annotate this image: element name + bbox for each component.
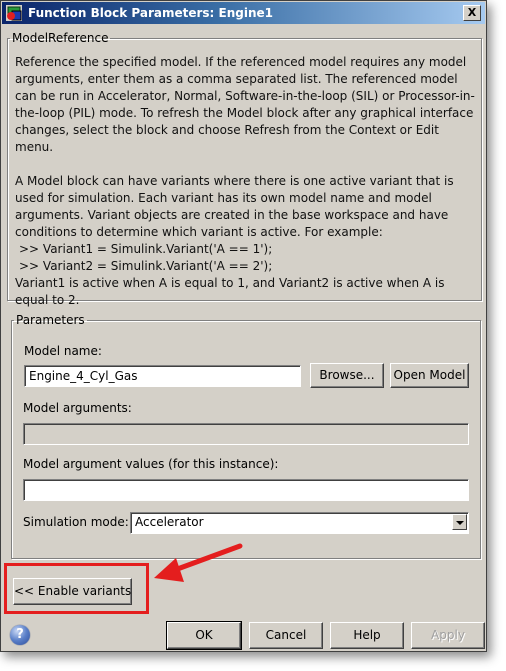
close-button[interactable]: X <box>463 5 481 21</box>
model-argument-values-label: Model argument values (for this instance… <box>23 457 279 471</box>
simulation-mode-label: Simulation mode: <box>23 515 129 529</box>
window-title: Function Block Parameters: Engine1 <box>28 6 274 20</box>
simulation-mode-value: Accelerator <box>135 515 204 529</box>
close-icon: X <box>467 6 477 19</box>
title-bar[interactable]: Function Block Parameters: Engine1 X <box>2 2 485 24</box>
model-argument-values-input[interactable] <box>23 479 469 501</box>
description-text: Reference the specified model. If the re… <box>15 54 475 309</box>
code-example-line: >> Variant1 = Simulink.Variant('A == 1')… <box>19 242 273 256</box>
parameters-legend: Parameters <box>16 313 85 327</box>
cancel-button[interactable]: Cancel <box>249 622 323 649</box>
annotation-highlight-box <box>4 563 149 614</box>
ok-button[interactable]: OK <box>166 621 242 650</box>
simulink-block-icon <box>6 5 22 21</box>
simulation-mode-select[interactable]: Accelerator <box>130 512 469 534</box>
help-button[interactable]: Help <box>330 622 404 649</box>
model-reference-legend: ModelReference <box>12 31 109 45</box>
model-arguments-input[interactable] <box>23 423 469 445</box>
apply-button[interactable]: Apply <box>411 622 485 649</box>
help-icon[interactable]: ? <box>10 625 30 645</box>
model-arguments-label: Model arguments: <box>23 401 132 415</box>
model-name-input[interactable]: Engine_4_Cyl_Gas <box>24 365 301 387</box>
browse-button[interactable]: Browse... <box>310 363 384 388</box>
open-model-button[interactable]: Open Model <box>390 363 469 388</box>
chevron-down-icon[interactable] <box>452 514 467 530</box>
code-example-line: >> Variant2 = Simulink.Variant('A == 2')… <box>19 259 273 273</box>
description-paragraph: Variant1 is active when A is equal to 1,… <box>15 276 445 307</box>
model-name-label: Model name: <box>24 344 102 358</box>
annotation-arrow-icon <box>154 543 243 582</box>
help-icon-glyph: ? <box>16 627 24 642</box>
description-paragraph: Reference the specified model. If the re… <box>15 55 475 154</box>
description-paragraph: A Model block can have variants where th… <box>15 174 454 239</box>
